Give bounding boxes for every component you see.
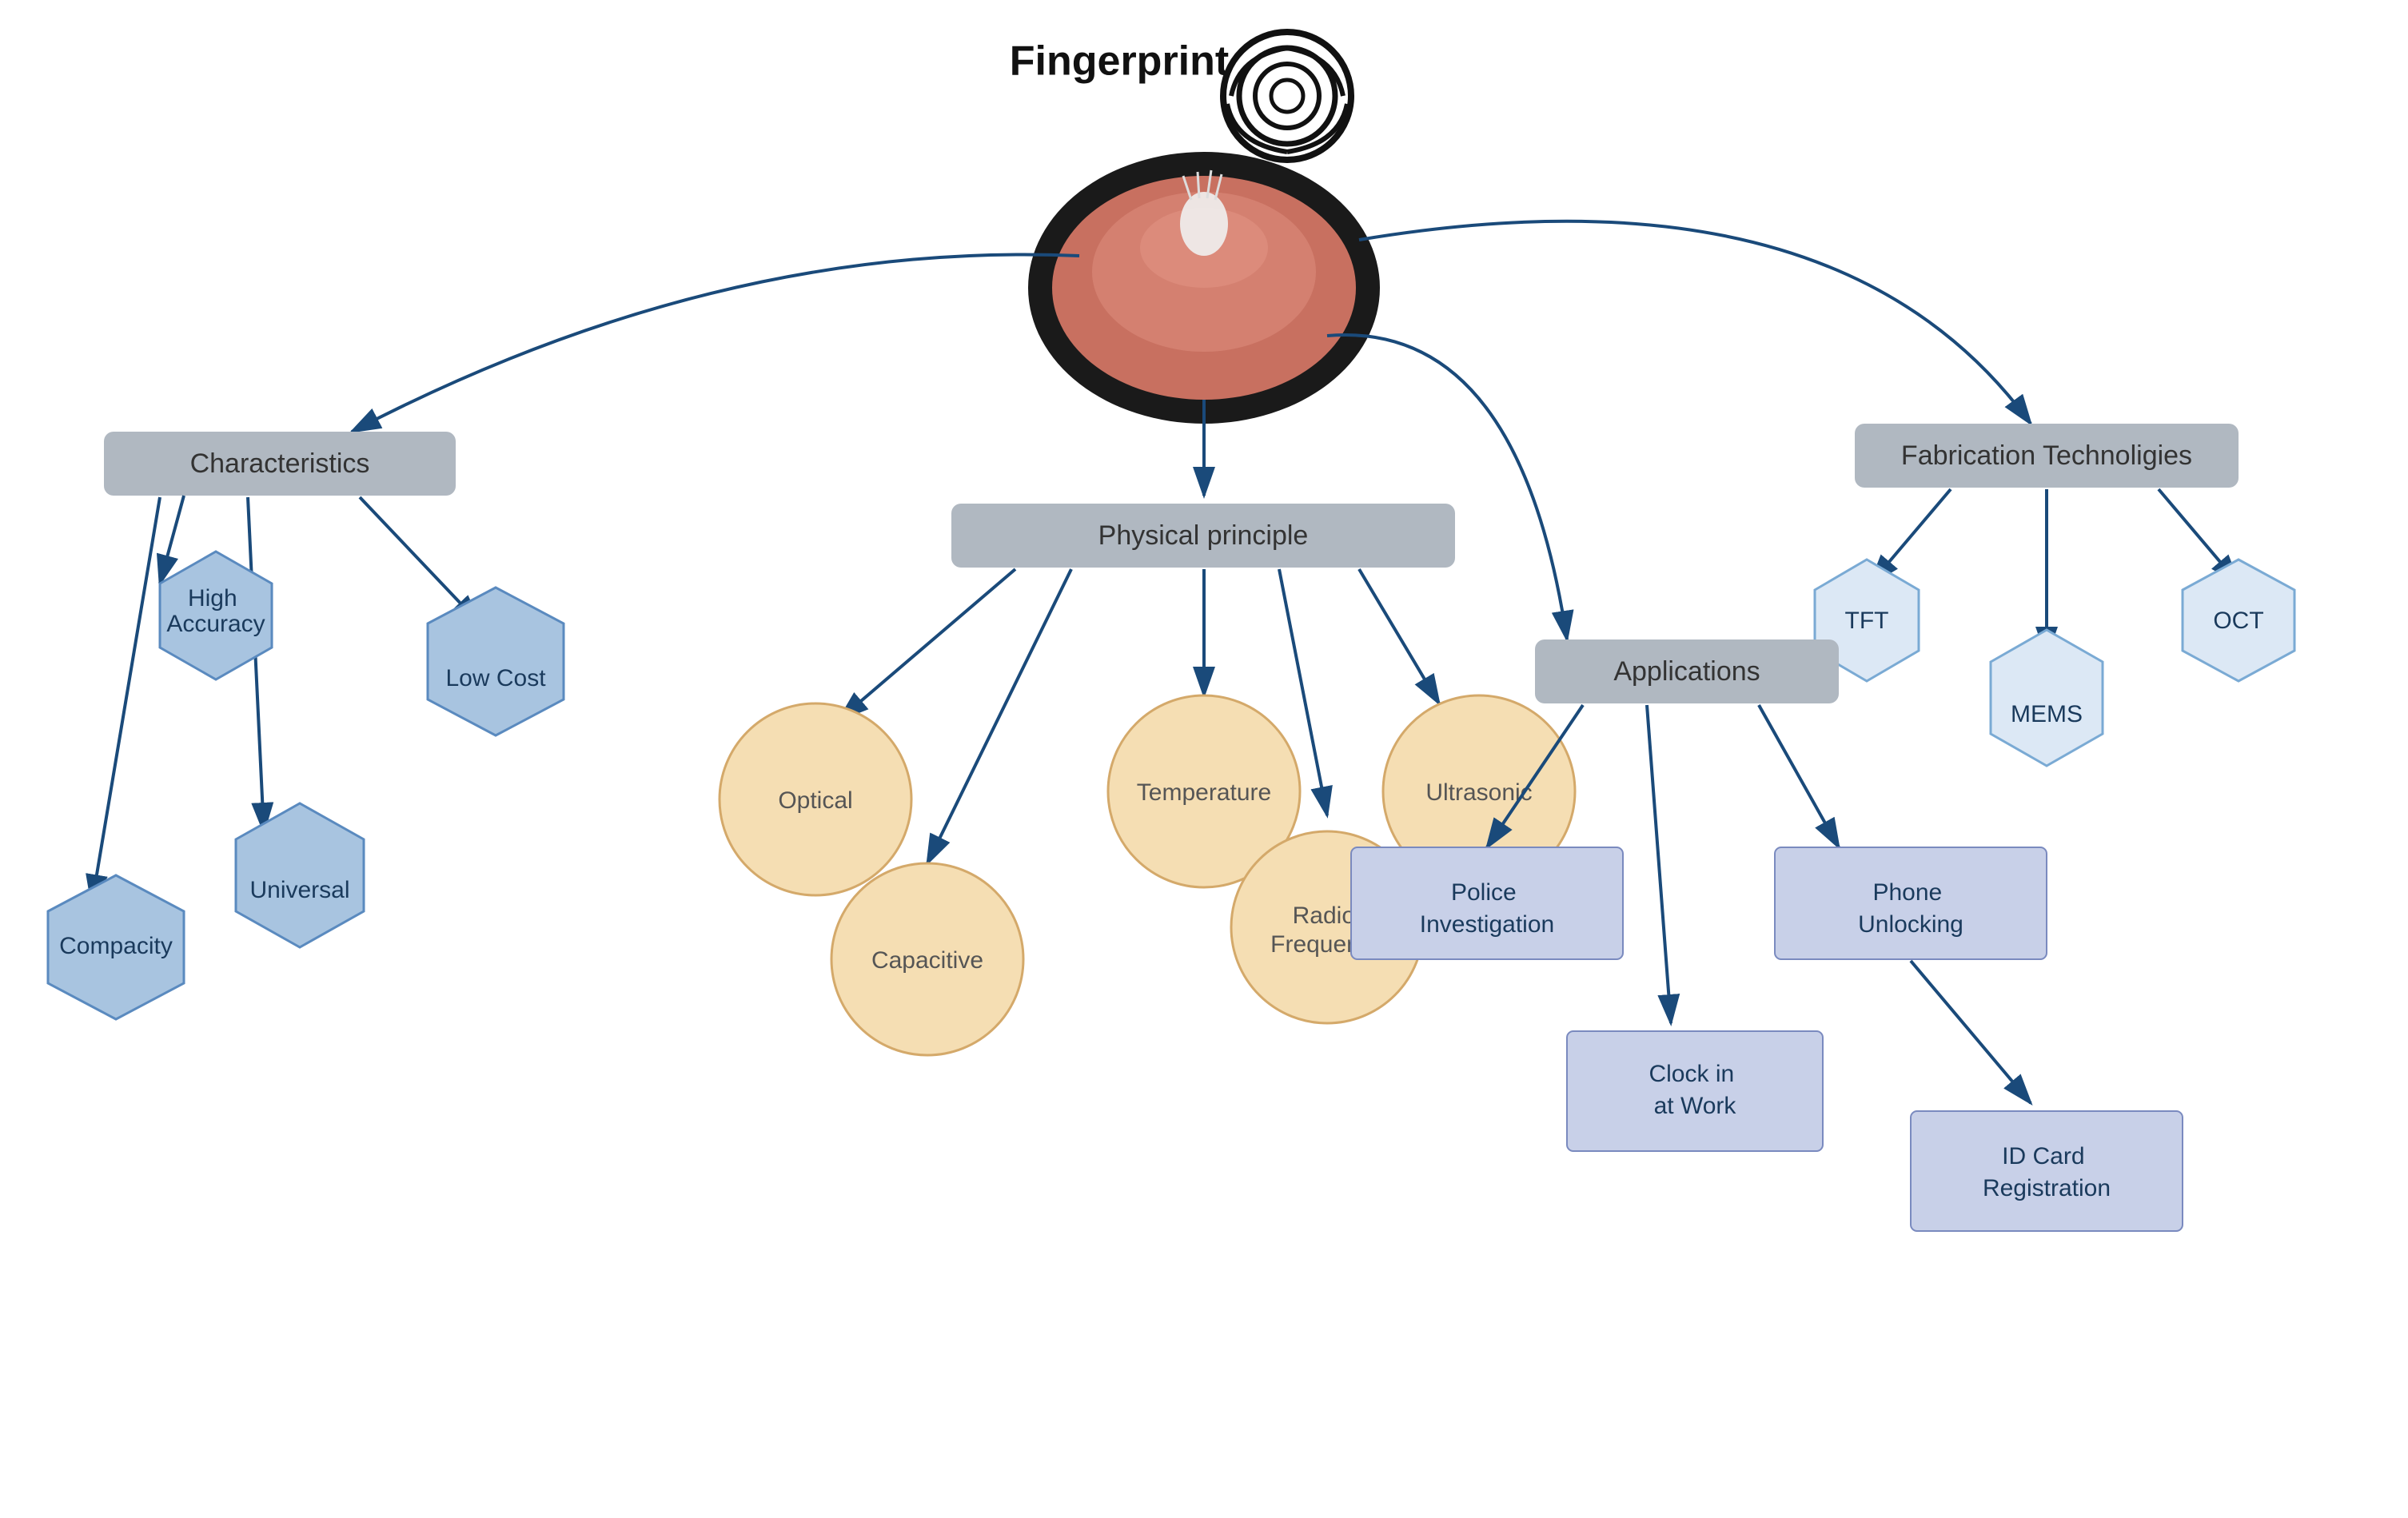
compacity-label: Compacity <box>59 933 173 959</box>
characteristics-label: Characteristics <box>190 448 370 479</box>
tft-label: TFT <box>1845 608 1889 634</box>
diagram: Fingerprint Characteristics H <box>0 0 2408 1518</box>
fabrication-label: Fabrication Technoligies <box>1901 440 2192 471</box>
clock-in-box <box>1567 1031 1823 1151</box>
universal-label: Universal <box>249 877 349 903</box>
mems-label: MEMS <box>2011 701 2083 727</box>
title: Fingerprint <box>1010 38 1229 85</box>
low-cost-label: Low Cost <box>445 665 546 691</box>
low-cost-hex <box>428 588 564 735</box>
id-card-box <box>1911 1111 2183 1231</box>
temperature-label: Temperature <box>1137 779 1271 806</box>
applications-label: Applications <box>1613 656 1760 687</box>
oct-label: OCT <box>2213 608 2263 634</box>
capacitive-label: Capacitive <box>871 947 983 974</box>
fingerprint-icon <box>1223 32 1351 160</box>
physical-principle-label: Physical principle <box>1098 520 1309 551</box>
optical-label: Optical <box>778 787 852 814</box>
mems-hex <box>1991 630 2103 766</box>
universal-hex <box>236 803 364 947</box>
